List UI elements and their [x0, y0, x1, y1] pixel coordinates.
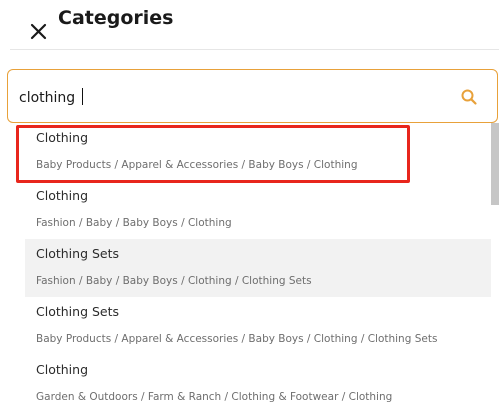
- close-icon: [30, 23, 47, 40]
- search-button[interactable]: [460, 88, 478, 106]
- category-results-list: Clothing Baby Products / Apparel & Acces…: [25, 123, 499, 415]
- category-name: Clothing Sets: [36, 246, 120, 261]
- category-path: Baby Products / Apparel & Accessories / …: [36, 333, 438, 345]
- scrollbar-thumb[interactable]: [491, 123, 499, 205]
- category-path: Fashion / Baby / Baby Boys / Clothing: [36, 217, 232, 229]
- list-item[interactable]: Clothing Baby Products / Apparel & Acces…: [25, 123, 491, 181]
- category-name: Clothing Sets: [36, 304, 120, 319]
- category-path: Garden & Outdoors / Farm & Ranch / Cloth…: [36, 391, 393, 403]
- category-path: Fashion / Baby / Baby Boys / Clothing / …: [36, 275, 312, 287]
- page-title: Categories: [58, 7, 174, 29]
- category-name: Clothing: [36, 362, 89, 377]
- category-name: Clothing: [36, 188, 89, 203]
- dialog-header: Categories: [0, 0, 499, 50]
- category-path: Baby Products / Apparel & Accessories / …: [36, 159, 358, 171]
- list-item[interactable]: Clothing Garden & Outdoors / Farm & Ranc…: [25, 355, 491, 413]
- list-item[interactable]: Clothing Fashion / Baby / Baby Boys / Cl…: [25, 181, 491, 239]
- search-box[interactable]: [7, 69, 498, 123]
- search-icon: [461, 89, 477, 105]
- header-divider: [10, 49, 499, 50]
- text-caret: [82, 88, 83, 105]
- list-item[interactable]: Clothing Sets Fashion / Baby / Baby Boys…: [25, 239, 491, 297]
- category-name: Clothing: [36, 130, 89, 145]
- close-button[interactable]: [29, 22, 49, 42]
- list-item[interactable]: Clothing Sets Baby Products / Apparel & …: [25, 297, 491, 355]
